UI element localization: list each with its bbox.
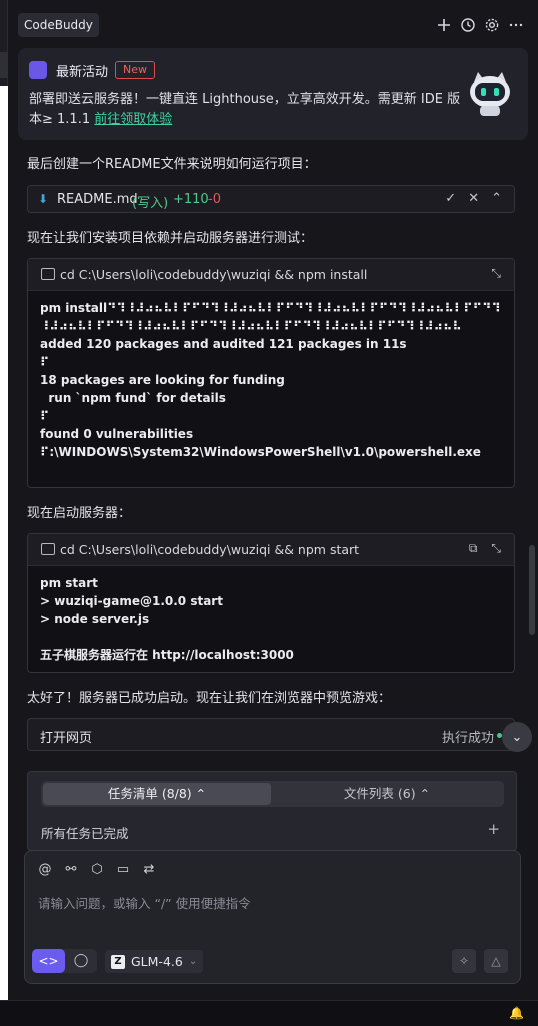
download-arrow-icon: ⬇ [38, 192, 49, 206]
copy-icon[interactable]: ⧉ [469, 541, 478, 556]
open-webpage-row[interactable]: 打开网页 执行成功 [27, 718, 515, 751]
announcement-card: 最新活动 New 部署即送云服务器！一键直连 Lighthouse，立享高效开发… [18, 48, 528, 140]
reject-close-icon[interactable]: ✕ [468, 191, 479, 206]
expand-chevron-icon[interactable]: ⌃ [491, 191, 502, 206]
chevron-down-icon: ⌄ [511, 729, 523, 745]
new-badge: New [115, 61, 155, 79]
code-mode-button[interactable]: <> [32, 949, 65, 973]
assistant-message-1: 最后创建一个README文件来说明如何运行项目： [27, 157, 317, 172]
tab-file-list[interactable]: 文件列表 (6) ⌃ [273, 783, 501, 805]
editor-surface [0, 86, 8, 1000]
header-bar: CodeBuddy [8, 0, 538, 50]
collapse-icon[interactable]: ⤡ [491, 266, 501, 281]
more-icon[interactable] [508, 14, 524, 36]
lines-added: +110 [173, 192, 209, 207]
composer-tools: @ ⚯ ⬡ ▭ ⇄ [38, 862, 156, 877]
gear-icon[interactable] [484, 14, 500, 36]
tab-task-list-label: 任务清单 (8/8) [107, 786, 192, 801]
terminal-block-start: cd C:\Users\loli\codebuddy\wuziqi && npm… [27, 533, 515, 673]
file-change-row[interactable]: ⬇ README.md (写入) +110 -0 ✓ ✕ ⌃ [27, 185, 515, 213]
chat-input[interactable]: 请输入问题，或输入 “/” 使用便捷指令 [38, 893, 251, 912]
collapse-icon[interactable]: ⤡ [491, 541, 501, 556]
add-task-icon[interactable]: + [487, 820, 500, 838]
tab-task-list[interactable]: 任务清单 (8/8) ⌃ [43, 783, 271, 805]
execution-status: 执行成功 [441, 731, 494, 746]
chat-scrollbar[interactable] [529, 545, 535, 635]
tasks-complete-text: 所有任务已完成 [41, 826, 129, 841]
history-icon[interactable] [460, 14, 476, 36]
enhance-prompt-button[interactable]: ✧ [452, 949, 476, 973]
send-icon: △ [491, 954, 501, 968]
scroll-down-button[interactable]: ⌄ [502, 722, 532, 752]
terminal-output: pm install⠙⠹⠸⠼⠴⠦⠧⠇⠏⠋⠙⠹⠸⠼⠴⠦⠧⠇⠏⠋⠙⠹⠸⠼⠴⠦⠧⠇⠏⠋… [40, 301, 501, 459]
status-bar: 🔔 [0, 1000, 538, 1026]
book-icon[interactable]: ▭ [116, 862, 130, 877]
assistant-message-2: 现在让我们安装项目依赖并启动服务器进行测试： [27, 231, 314, 246]
file-mode: (写入) [132, 196, 169, 211]
editor-gutter [0, 0, 8, 1000]
announcement-description: 部署即送云服务器！一键直连 Lighthouse，立享高效开发。需更新 IDE … [29, 90, 461, 130]
notification-bell-icon[interactable]: 🔔 [509, 1006, 524, 1020]
zhipu-logo-icon: Z [111, 954, 125, 969]
figma-icon[interactable]: ⬡ [90, 862, 104, 877]
terminal-command: cd C:\Users\loli\codebuddy\wuziqi && npm… [60, 267, 368, 282]
terminal-icon [41, 543, 55, 555]
assistant-message-4: 太好了！服务器已成功启动。现在让我们在浏览器中预览游戏： [27, 691, 392, 706]
task-tabs: 任务清单 (8/8) ⌃ 文件列表 (6) ⌃ [41, 781, 504, 807]
chat-mode-button[interactable]: ◯ [65, 949, 97, 973]
terminal-actions: ⧉ ⤡ [469, 541, 501, 556]
model-name: GLM-4.6 [131, 954, 183, 969]
header-actions [436, 14, 524, 36]
app-title[interactable]: CodeBuddy [18, 13, 99, 37]
mention-icon[interactable]: @ [38, 862, 52, 877]
chat-composer: @ ⚯ ⬡ ▭ ⇄ 请输入问题，或输入 “/” 使用便捷指令 <> ◯ Z GL… [24, 850, 521, 984]
announcement-link[interactable]: 前往领取体验 [94, 112, 172, 127]
gutter-tab-marker [0, 52, 8, 78]
tab-file-list-label: 文件列表 (6) [343, 786, 416, 801]
sparkle-icon: ✧ [458, 954, 470, 968]
send-button[interactable]: △ [484, 949, 508, 973]
terminal-actions: ⤡ [491, 266, 501, 281]
model-selector[interactable]: Z GLM-4.6 ⌄ [105, 950, 204, 973]
accept-check-icon[interactable]: ✓ [445, 191, 456, 206]
terminal-header: cd C:\Users\loli\codebuddy\wuziqi && npm… [28, 534, 514, 566]
terminal-command: cd C:\Users\loli\codebuddy\wuziqi && npm… [60, 542, 360, 557]
assistant-message-3: 现在启动服务器： [27, 506, 132, 521]
terminal-block-install: cd C:\Users\loli\codebuddy\wuziqi && npm… [27, 258, 515, 488]
chevron-down-icon: ⌄ [188, 956, 198, 967]
terminal-output: pm start > wuziqi-game@1.0.0 start > nod… [40, 576, 294, 662]
file-actions: ✓ ✕ ⌃ [445, 191, 502, 206]
file-name: README.md [57, 192, 138, 207]
announcement-title: 最新活动 [56, 65, 109, 80]
lines-removed: -0 [208, 192, 221, 207]
workflow-icon[interactable]: ⇄ [142, 862, 156, 877]
open-webpage-label: 打开网页 [40, 731, 93, 746]
link-icon[interactable]: ⚯ [64, 862, 78, 877]
task-panel: 任务清单 (8/8) ⌃ 文件列表 (6) ⌃ 所有任务已完成 + [27, 771, 517, 851]
mascot-robot-icon [470, 72, 510, 116]
mode-toggle: <> ◯ [32, 949, 97, 973]
terminal-header: cd C:\Users\loli\codebuddy\wuziqi && npm… [28, 259, 514, 291]
plus-icon[interactable] [436, 14, 452, 36]
terminal-icon [41, 268, 55, 280]
codebuddy-logo-icon [29, 61, 47, 79]
